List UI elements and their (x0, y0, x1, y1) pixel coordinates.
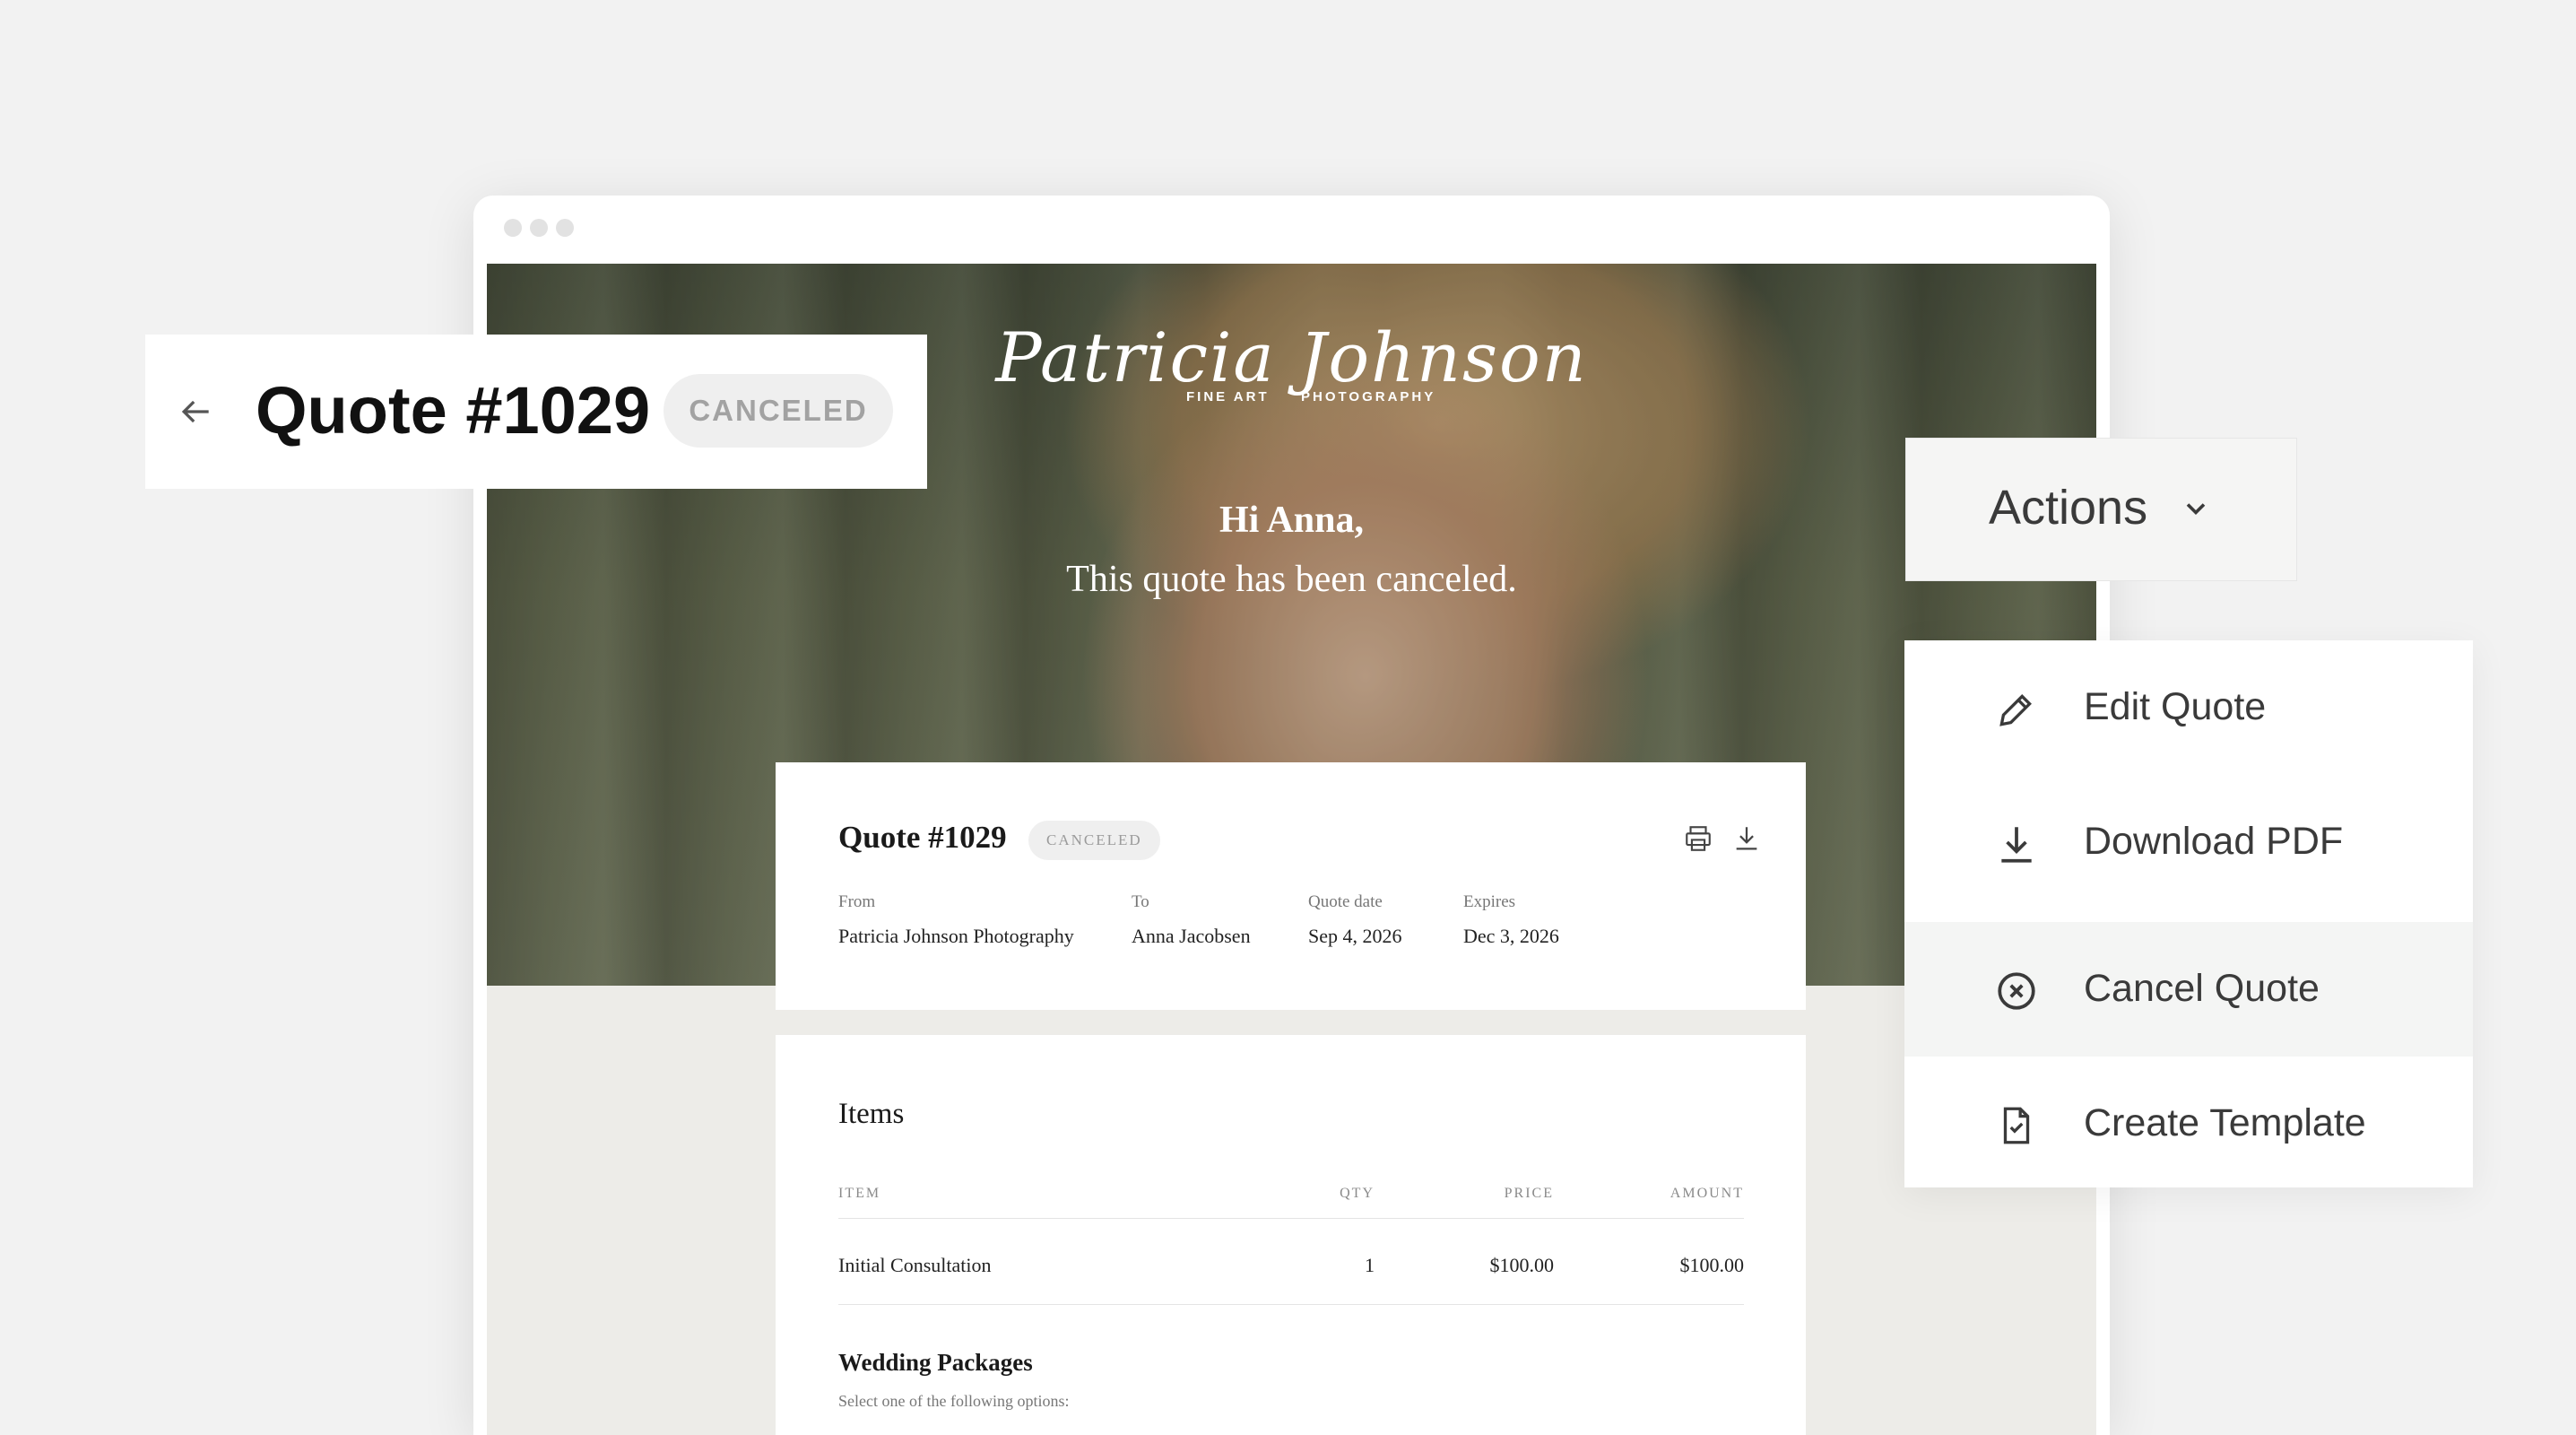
packages-note: Select one of the following options: (838, 1392, 1070, 1410)
status-badge: CANCELED (1028, 821, 1160, 860)
actions-menu: Edit Quote Download PDF Cancel Quote Cre… (1904, 640, 2473, 1187)
quote-summary-card: Quote #1029 CANCELED From Patricia Johns… (776, 762, 1806, 1010)
packages-heading: Wedding Packages (838, 1349, 1033, 1376)
pencil-icon (1999, 694, 2032, 726)
from-value: Patricia Johnson Photography (838, 925, 1074, 947)
column-header-price: PRICE (1504, 1186, 1554, 1201)
page-header-panel: Quote #1029 CANCELED (145, 335, 927, 489)
menu-item-label: Edit Quote (2084, 685, 2267, 728)
expires-value: Dec 3, 2026 (1463, 925, 1559, 947)
column-header-amount: AMOUNT (1670, 1186, 1744, 1201)
column-header-qty: QTY (1340, 1186, 1375, 1201)
status-badge: CANCELED (664, 374, 893, 448)
menu-item-label: Cancel Quote (2084, 967, 2320, 1010)
from-label: From (838, 892, 876, 911)
menu-item-download-pdf[interactable]: Download PDF (1904, 775, 2473, 909)
actions-label: Actions (1989, 481, 2148, 535)
window-dot (530, 219, 548, 237)
download-icon (2001, 827, 2032, 863)
to-label: To (1132, 892, 1149, 911)
template-file-icon (2003, 1107, 2030, 1144)
status-message: This quote has been canceled. (1066, 559, 1517, 600)
item-qty: 1 (1365, 1254, 1375, 1276)
window-dot (504, 219, 522, 237)
menu-item-create-template[interactable]: Create Template (1904, 1057, 2473, 1191)
print-icon[interactable] (1683, 823, 1713, 858)
page-title: Quote #1029 (256, 373, 651, 448)
cancel-circle-icon (1998, 972, 2035, 1010)
table-row: Initial Consultation 1 $100.00 $100.00 (838, 1254, 1744, 1281)
brand-logo-subtitle-right: PHOTOGRAPHY (1301, 389, 1436, 404)
items-heading: Items (838, 1098, 905, 1130)
actions-dropdown[interactable]: Actions (1905, 438, 2297, 581)
item-name: Initial Consultation (838, 1254, 992, 1276)
quote-date-label: Quote date (1308, 892, 1383, 911)
menu-item-label: Create Template (2084, 1101, 2366, 1144)
divider (838, 1218, 1744, 1219)
menu-item-label: Download PDF (2084, 820, 2344, 863)
to-value: Anna Jacobsen (1132, 925, 1251, 947)
brand-logo-subtitle-left: FINE ART (1186, 389, 1270, 404)
greeting: Hi Anna, (1219, 500, 1365, 541)
menu-item-cancel-quote[interactable]: Cancel Quote (1904, 922, 2473, 1057)
divider (838, 1304, 1744, 1305)
item-price: $100.00 (1489, 1254, 1555, 1276)
quote-date-value: Sep 4, 2026 (1308, 925, 1402, 947)
quote-title: Quote #1029 (838, 820, 1007, 855)
window-dot (556, 219, 574, 237)
download-icon[interactable] (1731, 823, 1762, 858)
items-card: Items ITEM QTY PRICE AMOUNT Initial Cons… (776, 1035, 1806, 1435)
table-header: ITEM QTY PRICE AMOUNT (838, 1186, 1744, 1204)
column-header-item: ITEM (838, 1186, 881, 1201)
chevron-down-icon (2180, 492, 2212, 529)
back-arrow-icon[interactable] (176, 392, 215, 436)
menu-item-edit-quote[interactable]: Edit Quote (1904, 640, 2473, 775)
expires-label: Expires (1463, 892, 1516, 911)
item-amount: $100.00 (1679, 1254, 1745, 1276)
